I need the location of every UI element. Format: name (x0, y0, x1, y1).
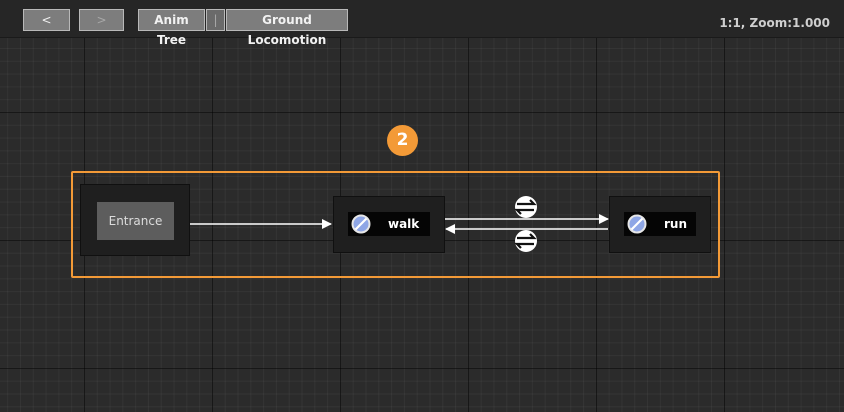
state-node-run[interactable]: run (609, 196, 711, 253)
state-header-walk: walk (348, 212, 430, 236)
transition-swap-icon[interactable] (514, 196, 537, 218)
disabled-icon (351, 214, 371, 234)
entrance-node[interactable]: Entrance (80, 184, 190, 256)
state-node-walk[interactable]: walk (333, 196, 445, 253)
callout-badge: 2 (387, 125, 418, 156)
state-label-run: run (664, 217, 688, 231)
state-header-run: run (624, 212, 696, 236)
state-label-walk: walk (388, 217, 420, 231)
entrance-label: Entrance (97, 202, 174, 240)
transition-swap-icon[interactable] (514, 230, 537, 252)
disabled-icon (627, 214, 647, 234)
